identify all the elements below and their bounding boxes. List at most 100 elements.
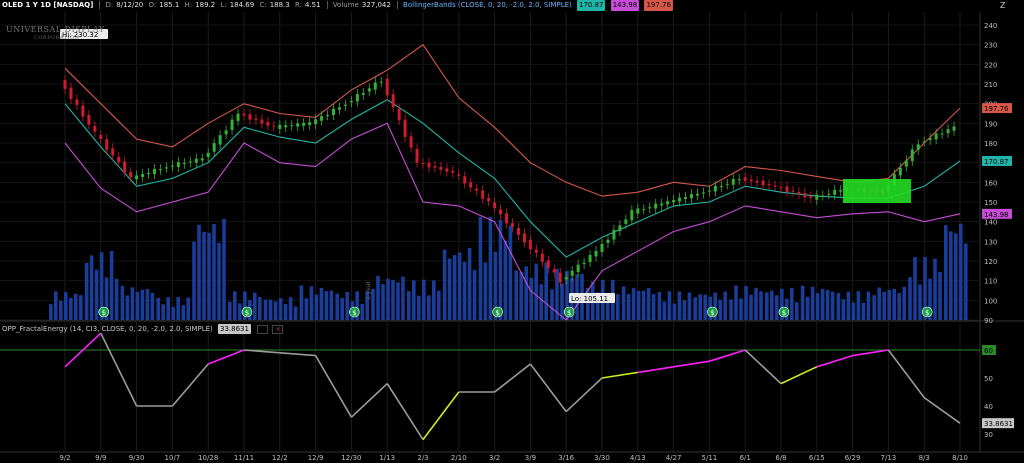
volume-bar [488, 216, 493, 320]
volume-bar [949, 231, 953, 320]
volume-bar [396, 282, 400, 320]
candle-body [481, 190, 485, 199]
candle-body [833, 189, 837, 195]
candle-body [522, 233, 526, 243]
candle-body [176, 162, 180, 168]
volume-bar [381, 283, 385, 320]
date-tick-label: 4/27 [666, 454, 682, 462]
volume-bar [324, 291, 329, 320]
fe-segment [601, 371, 638, 379]
volume-bar [233, 291, 237, 320]
low-value: 184.69 [229, 1, 255, 9]
study-settings-icon[interactable] [257, 324, 269, 334]
candle-body [505, 213, 509, 224]
volume-bar [830, 291, 835, 320]
candle-body [904, 160, 908, 167]
company-logo: UNIVERSAL DISPLAY CORPORATION [6, 26, 105, 42]
header-separator [326, 1, 328, 9]
volume-bar [268, 299, 273, 320]
candle-body [451, 170, 455, 173]
candle-body [534, 249, 538, 253]
candle-body [684, 196, 688, 199]
candle-body [248, 114, 252, 120]
volume-bar [646, 288, 651, 320]
candle-body [188, 161, 192, 163]
candle-body [630, 210, 634, 221]
fe-segment [673, 360, 710, 368]
volume-bar [723, 291, 727, 320]
date-tick-label: 10/28 [198, 454, 218, 462]
candle-body [934, 133, 938, 140]
volume-bar [288, 297, 293, 320]
date-tick-label: 1/13 [379, 454, 395, 462]
volume-bar [94, 269, 99, 320]
candle-body [433, 165, 437, 168]
lower-header: OPP_FractalEnergy (14, CI3, CLOSE, 0, 20… [2, 324, 284, 334]
candle-body [516, 228, 520, 235]
dividend-icon-glyph: $ [710, 309, 714, 317]
close-label: C: [259, 1, 267, 9]
volume-bar [841, 299, 846, 320]
volume-bar [944, 225, 948, 320]
close-value: 188.3 [269, 1, 290, 9]
price-tick-label: 150 [984, 199, 997, 207]
dividend-icon-glyph: $ [352, 309, 356, 317]
candle-body [910, 149, 914, 162]
fe-tick-label: 50 [984, 375, 993, 383]
volume-bar [775, 295, 779, 320]
zoom-icon[interactable]: Z [1000, 1, 1014, 10]
volume-bar [222, 218, 226, 320]
candle-body [332, 108, 335, 116]
volume-bar [278, 298, 283, 320]
bollinger-study-label[interactable]: BollingerBands (CLOSE, 0, 20, -2.0, 2.0,… [403, 1, 572, 9]
volume-bar [319, 287, 324, 320]
candle-body [343, 104, 347, 106]
volume-bar [616, 294, 620, 320]
symbol-label[interactable]: OLED 1 Y 1D [NASDAQ] [2, 1, 93, 9]
candle-body [815, 194, 819, 200]
volume-bar [729, 299, 733, 320]
candle-body [761, 180, 765, 186]
candle-body [755, 180, 759, 183]
volume-bar [959, 223, 963, 320]
candle-body [493, 202, 497, 209]
volume-bar [69, 297, 73, 320]
volume-bar [621, 286, 626, 320]
volume-bar [376, 275, 380, 320]
candle-body [385, 78, 389, 96]
candle-body [320, 116, 324, 121]
date-axis: 9/2 9/9 9/30 10/7 10/28 11/11 12/2 12/9 12/30 1/1… [59, 454, 968, 462]
date-tick-label: 6/15 [809, 454, 825, 462]
candle-body [200, 158, 204, 161]
date-tick-label: 2/3 [417, 454, 428, 462]
candle-body [606, 239, 610, 243]
candle-body [672, 200, 676, 203]
candle-body [642, 209, 646, 211]
high-value: 189.2 [195, 1, 216, 9]
volume-bar [672, 303, 677, 320]
candle-body [457, 174, 461, 176]
candle-body [701, 192, 705, 194]
volume-bar [467, 247, 472, 320]
fractal-study-label[interactable]: OPP_FractalEnergy (14, CI3, CLOSE, 0, 20… [2, 325, 213, 333]
date-tick-label: 10/7 [165, 454, 181, 462]
candle-body [87, 115, 91, 125]
volume-bar [212, 224, 216, 320]
fe-segment [565, 377, 603, 413]
volume-bar [166, 297, 170, 320]
logo-line1: UNIVERSAL DISPLAY [6, 25, 105, 34]
study-close-icon[interactable]: × [272, 324, 284, 334]
volume-bar [161, 304, 165, 320]
upper-band-line [64, 43, 961, 197]
candle-body [236, 113, 240, 121]
candle-body [546, 260, 550, 269]
date-tick-label: 9/2 [59, 454, 70, 462]
dividend-icon-glyph: $ [567, 309, 571, 317]
volume-bar [560, 283, 564, 320]
date-tick-label: 6/29 [845, 454, 861, 462]
volume-bar [150, 292, 155, 320]
candle-body [540, 253, 544, 262]
volume-bar [447, 258, 452, 320]
volume-bar [687, 292, 692, 320]
volume-bar [795, 302, 799, 320]
